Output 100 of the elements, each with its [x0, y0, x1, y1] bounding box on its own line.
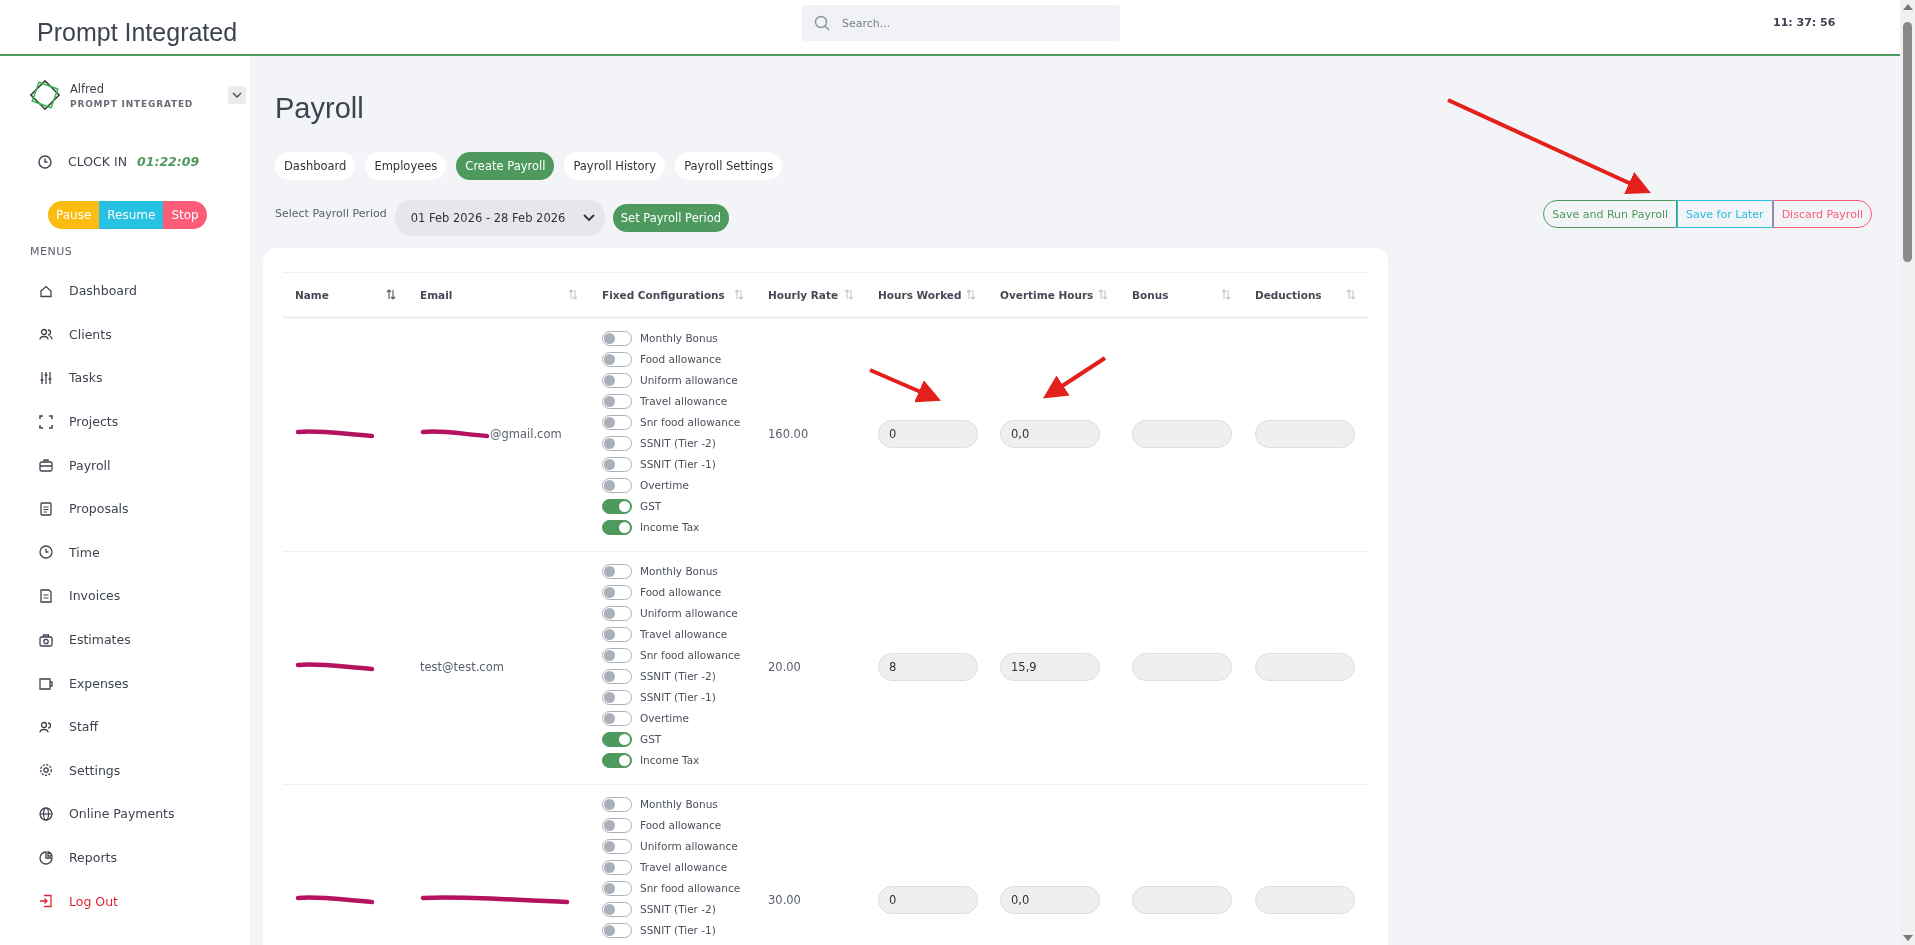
field-label: Select Payroll Period — [275, 206, 387, 220]
menu-item[interactable]: Clients — [28, 312, 250, 357]
clock-icon — [38, 154, 52, 169]
logout-icon — [39, 894, 53, 909]
frame-icon — [39, 414, 53, 429]
clock-icon — [39, 545, 53, 560]
chevron-down-icon — [582, 214, 595, 222]
column-header: Name — [295, 288, 329, 301]
menu-item[interactable]: Settings — [28, 748, 250, 793]
input-field[interactable] — [1255, 420, 1355, 448]
column-header: Hours Worked — [878, 288, 962, 301]
toggle-switch[interactable] — [602, 456, 632, 472]
scrollbar[interactable] — [1900, 0, 1915, 945]
input-field[interactable] — [1132, 886, 1232, 914]
toggle-switch[interactable] — [602, 689, 632, 705]
input-field[interactable]: 8 — [878, 653, 978, 681]
input-field[interactable]: 0,0 — [1000, 886, 1100, 914]
period-dropdown[interactable]: 01 Feb 2026 - 28 Feb 2026 — [394, 200, 605, 236]
toggle-label: Food allowance — [640, 819, 722, 831]
scrollbar-thumb[interactable] — [1903, 22, 1912, 262]
toggle-switch[interactable] — [602, 605, 632, 621]
toggle-switch[interactable] — [602, 477, 632, 493]
toggle-switch[interactable] — [602, 752, 632, 768]
chevron-down-icon — [232, 92, 242, 98]
rate-text: 20.00 — [768, 660, 801, 674]
column-header: Fixed Configurations — [602, 288, 725, 301]
toggle-label: Travel allowance — [640, 395, 728, 407]
menu-item[interactable]: Proposals — [28, 486, 250, 531]
toggle-label: Uniform allowance — [640, 840, 738, 852]
column-header: Deductions — [1255, 288, 1322, 301]
menu-item[interactable]: Staff — [28, 704, 250, 749]
toggle-switch[interactable] — [602, 330, 632, 346]
company-name: PROMPT INTEGRATED — [70, 98, 195, 109]
toggle-switch[interactable] — [602, 668, 632, 684]
toggle-switch[interactable] — [602, 414, 632, 430]
toggle-label: Food allowance — [640, 586, 722, 598]
email-text: @gmail.com — [490, 427, 562, 441]
tab[interactable]: Employees — [365, 152, 447, 180]
menu-item[interactable]: Projects — [28, 399, 250, 444]
toggle-switch[interactable] — [602, 880, 632, 896]
tab[interactable]: Dashboard — [275, 152, 356, 180]
toggle-switch[interactable] — [602, 563, 632, 579]
toggle-label: Travel allowance — [640, 628, 728, 640]
toggle-switch[interactable] — [602, 626, 632, 642]
menu-item[interactable]: Tasks — [28, 356, 250, 400]
document-icon — [39, 501, 53, 516]
toggle-label: Income Tax — [640, 754, 700, 766]
toggle-label: SSNIT (Tier -2) — [640, 670, 716, 682]
toggle-switch[interactable] — [602, 372, 632, 388]
people-icon — [39, 719, 53, 734]
input-field[interactable] — [1255, 886, 1355, 914]
page-title: Payroll — [275, 92, 365, 125]
toggle-label: Food allowance — [640, 353, 722, 365]
toggle-switch[interactable] — [602, 351, 632, 367]
toggle-switch[interactable] — [602, 901, 632, 917]
menu-item[interactable]: Invoices — [28, 574, 250, 618]
tab[interactable]: Payroll Settings — [675, 152, 783, 180]
search-field[interactable]: Search... — [802, 5, 1120, 41]
toggle-switch[interactable] — [602, 817, 632, 833]
toggle-label: Monthly Bonus — [640, 798, 718, 810]
menu-item[interactable]: Dashboard — [28, 269, 250, 313]
input-field[interactable]: 0 — [878, 420, 978, 448]
menu-item[interactable]: Reports — [28, 835, 250, 880]
toggle-switch[interactable] — [602, 859, 632, 875]
toggle-label: GST — [640, 733, 662, 745]
input-field[interactable] — [1255, 653, 1355, 681]
toggle-switch[interactable] — [602, 647, 632, 663]
menu-item[interactable]: Estimates — [28, 617, 250, 662]
toggle-switch[interactable] — [602, 796, 632, 812]
toggle-label: Monthly Bonus — [640, 332, 718, 344]
toggle-switch[interactable] — [602, 584, 632, 600]
input-field[interactable]: 15,9 — [1000, 653, 1100, 681]
toggle-switch[interactable] — [602, 519, 632, 535]
input-field[interactable] — [1132, 653, 1232, 681]
toggle-switch[interactable] — [602, 710, 632, 726]
input-field[interactable]: 0,0 — [1000, 420, 1100, 448]
toggle-switch[interactable] — [602, 731, 632, 747]
toggle-label: SSNIT (Tier -1) — [640, 924, 716, 936]
toggle-switch[interactable] — [602, 435, 632, 451]
toggle-switch[interactable] — [602, 838, 632, 854]
tab[interactable]: Payroll History — [564, 152, 666, 180]
input-field[interactable] — [1132, 420, 1232, 448]
toggle-switch[interactable] — [602, 922, 632, 938]
toggle-switch[interactable] — [602, 393, 632, 409]
menu-item[interactable]: Expenses — [28, 661, 250, 705]
menu-item[interactable]: Payroll — [28, 443, 250, 487]
menu-item[interactable]: Time — [28, 530, 250, 575]
app-title: Prompt Integrated — [37, 16, 239, 47]
menu-item[interactable]: Log Out — [28, 879, 250, 923]
rate-text: 30.00 — [768, 893, 801, 907]
input-field[interactable]: 0 — [878, 886, 978, 914]
dropdown-button[interactable] — [228, 86, 246, 104]
sliders-icon — [39, 371, 53, 385]
email-text: test@test.com — [420, 660, 504, 674]
search-icon — [814, 15, 830, 31]
menu-item[interactable]: Online Payments — [28, 792, 250, 836]
people-icon — [39, 327, 53, 342]
toggle-switch[interactable] — [602, 498, 632, 514]
toggle-label: Uniform allowance — [640, 607, 738, 619]
arrow-drawing — [1042, 356, 1107, 399]
